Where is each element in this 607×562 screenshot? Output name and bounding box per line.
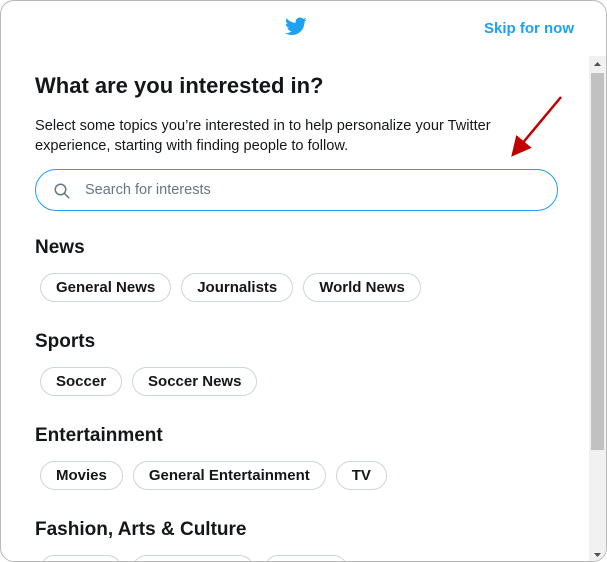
scrollbar-thumb[interactable] <box>591 73 604 450</box>
topic-chip[interactable]: Movies <box>40 461 123 490</box>
topic-chip[interactable] <box>40 555 122 561</box>
topic-section-sports: Sports Soccer Soccer News <box>35 331 258 396</box>
dialog-header: Skip for now <box>1 1 591 56</box>
skip-for-now-button[interactable]: Skip for now <box>484 20 574 37</box>
topic-section-news: News General News Journalists World News <box>35 237 421 302</box>
page-title: What are you interested in? <box>35 73 324 98</box>
scroll-up-arrow-icon[interactable] <box>589 56 606 73</box>
topic-chip[interactable]: TV <box>335 461 387 490</box>
scroll-down-arrow-icon[interactable] <box>589 546 606 562</box>
search-icon <box>54 183 70 199</box>
topic-chip-list: Movies General Entertainment TV <box>40 461 387 490</box>
search-input[interactable] <box>85 178 535 202</box>
twitter-bird-icon <box>285 17 307 36</box>
page-subtitle: Select some topics you’re interested in … <box>35 118 491 154</box>
topic-section-entertainment: Entertainment Movies General Entertainme… <box>35 425 387 490</box>
topic-chip[interactable]: Soccer <box>40 367 123 396</box>
section-title: Fashion, Arts & Culture <box>35 519 247 540</box>
onboarding-dialog: Skip for now What are you interested in?… <box>0 0 607 562</box>
section-title: Entertainment <box>35 425 163 446</box>
topic-chip[interactable]: World News <box>303 273 421 302</box>
topic-chip[interactable] <box>264 555 348 561</box>
search-box[interactable] <box>35 169 558 211</box>
topic-section-fashion-arts-culture: Fashion, Arts & Culture <box>35 519 348 561</box>
dialog-content: What are you interested in? Select some … <box>35 56 565 561</box>
section-title: News <box>35 237 85 258</box>
topic-chip-list: General News Journalists World News <box>40 273 421 302</box>
topic-chip[interactable]: General News <box>40 273 172 302</box>
topic-chip[interactable]: General Entertainment <box>132 461 326 490</box>
topic-chip-list: Soccer Soccer News <box>40 367 258 396</box>
topic-chip-list <box>40 555 348 561</box>
scrollbar[interactable] <box>589 56 606 562</box>
topic-chip[interactable]: Journalists <box>181 273 294 302</box>
section-title: Sports <box>35 331 96 352</box>
topic-chip[interactable] <box>132 555 254 561</box>
topic-chip[interactable]: Soccer News <box>132 367 258 396</box>
